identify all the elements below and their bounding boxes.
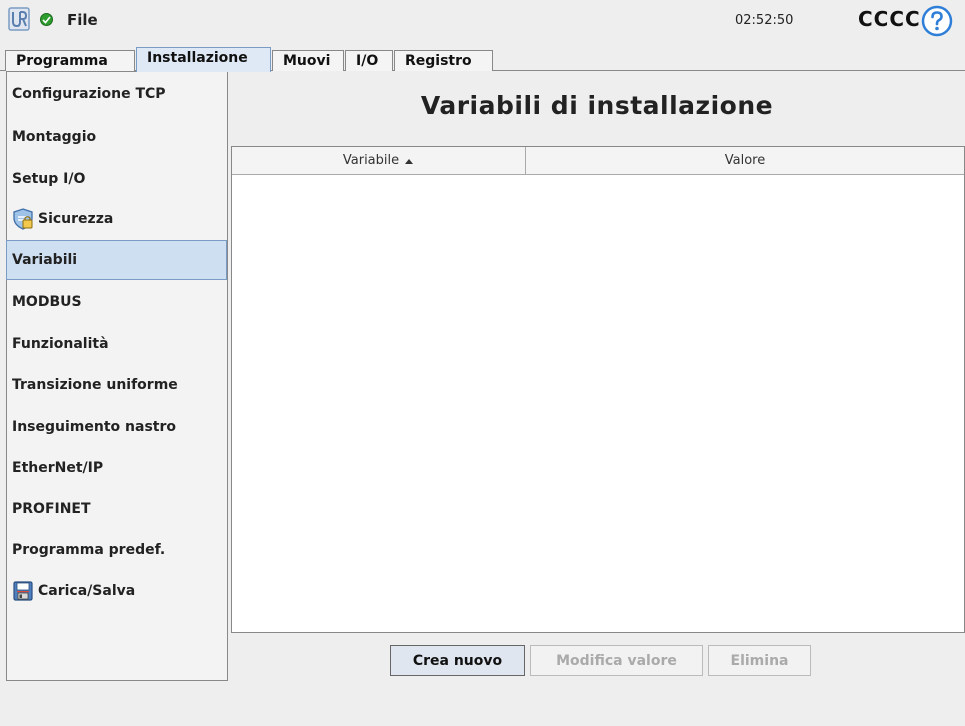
sidebar-item-inseguimento-nastro[interactable]: Inseguimento nastro (7, 407, 227, 447)
sidebar-item-label: Carica/Salva (38, 583, 136, 599)
column-label: Variabile (342, 153, 400, 168)
page-title: Variabili di installazione (420, 91, 774, 120)
table-header: Variabile Valore (232, 147, 964, 175)
sidebar-item-label: Programma predef. (12, 542, 166, 558)
sidebar-item-label: Transizione uniforme (12, 377, 178, 393)
sidebar-item-label: Setup I/O (12, 171, 86, 187)
footer-bar (0, 682, 965, 726)
edit-value-button[interactable]: Modifica valore (530, 645, 703, 676)
sidebar-item-transizione-uniforme[interactable]: Transizione uniforme (7, 365, 227, 405)
sort-ascending-icon (405, 158, 414, 164)
sidebar-item-label: Inseguimento nastro (12, 419, 176, 435)
tab-programma[interactable]: Programma (5, 50, 135, 71)
column-label: Valore (724, 153, 766, 168)
installation-sidebar: Configurazione TCP Montaggio Setup I/O S… (6, 71, 228, 681)
sidebar-item-modbus[interactable]: MODBUS (7, 282, 227, 322)
sidebar-item-label: Montaggio (12, 129, 97, 145)
status-indicator-icon (40, 13, 53, 26)
variables-content: Variabili di installazione Variabile Val… (229, 71, 965, 681)
tab-muovi[interactable]: Muovi (272, 50, 344, 71)
tab-installazione[interactable]: Installazione (136, 47, 271, 72)
sidebar-item-programma-predef[interactable]: Programma predef. (7, 530, 227, 570)
sidebar-item-setup-io[interactable]: Setup I/O (7, 159, 227, 199)
clock: 02:52:50 (735, 13, 794, 28)
sidebar-item-label: PROFINET (12, 501, 91, 517)
sidebar-item-sicurezza[interactable]: Sicurezza (7, 199, 227, 239)
column-header-variabile[interactable]: Variabile (232, 147, 525, 174)
delete-button[interactable]: Elimina (708, 645, 811, 676)
robot-name: CCCC (858, 7, 921, 31)
file-menu[interactable]: File (67, 11, 98, 29)
top-bar: File 02:52:50 CCCC (0, 0, 965, 46)
sidebar-item-label: Funzionalità (12, 336, 109, 352)
main-tabs: Programma Installazione Muovi I/O Regist… (0, 46, 965, 72)
sidebar-item-funzionalita[interactable]: Funzionalità (7, 324, 227, 364)
shield-icon (13, 208, 33, 230)
sidebar-item-profinet[interactable]: PROFINET (7, 489, 227, 529)
sidebar-item-carica-salva[interactable]: Carica/Salva (7, 571, 227, 611)
sidebar-item-montaggio[interactable]: Montaggio (7, 117, 227, 157)
sidebar-item-variabili[interactable]: Variabili (6, 240, 227, 280)
tab-io[interactable]: I/O (345, 50, 393, 71)
sidebar-item-configurazione-tcp[interactable]: Configurazione TCP (7, 74, 227, 114)
sidebar-item-label: Variabili (12, 252, 78, 268)
sidebar-item-label: Sicurezza (38, 211, 114, 227)
floppy-disk-icon (13, 581, 33, 601)
create-new-button[interactable]: Crea nuovo (390, 645, 525, 676)
help-icon[interactable] (921, 5, 953, 37)
variables-table[interactable]: Variabile Valore (231, 146, 965, 633)
universal-robots-logo-icon[interactable] (8, 7, 30, 31)
sidebar-item-ethernet-ip[interactable]: EtherNet/IP (7, 448, 227, 488)
tab-registro[interactable]: Registro (394, 50, 493, 71)
sidebar-item-label: Configurazione TCP (12, 86, 166, 102)
column-header-valore[interactable]: Valore (526, 147, 964, 174)
sidebar-item-label: MODBUS (12, 294, 82, 310)
sidebar-item-label: EtherNet/IP (12, 460, 104, 476)
